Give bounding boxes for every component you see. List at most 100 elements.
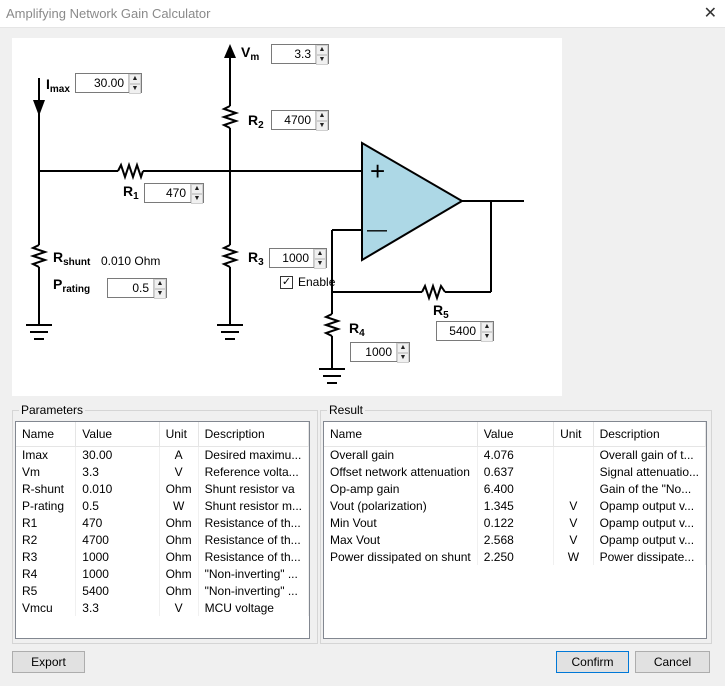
prating-value[interactable]: 0.5 — [108, 279, 153, 297]
table-cell[interactable]: Overall gain — [324, 446, 478, 463]
table-cell[interactable]: Resistance of th... — [198, 531, 309, 548]
table-row[interactable]: Min Vout 0.122 V Opamp output v... — [324, 514, 706, 531]
table-row[interactable]: Max Vout 2.568 V Opamp output v... — [324, 531, 706, 548]
table-cell[interactable]: V — [553, 531, 594, 548]
table-cell[interactable]: V — [553, 514, 594, 531]
table-cell[interactable]: Vmcu — [16, 599, 77, 616]
up-arrow-icon[interactable]: ▲ — [316, 111, 328, 121]
confirm-button[interactable]: Confirm — [556, 651, 629, 673]
table-cell[interactable]: "Non-inverting" ... — [198, 565, 309, 582]
column-header[interactable]: Value — [75, 422, 160, 447]
table-row[interactable]: Power dissipated on shunt 2.250 W Power dis… — [324, 548, 706, 565]
table-cell[interactable]: Shunt resistor m... — [198, 497, 309, 514]
table-cell[interactable]: Signal attenuatio... — [593, 463, 706, 480]
table-cell[interactable]: Opamp output v... — [593, 497, 706, 514]
column-header[interactable]: Description — [198, 422, 309, 447]
down-arrow-icon[interactable]: ▼ — [316, 55, 328, 65]
r4-value[interactable]: 1000 — [351, 343, 396, 361]
table-cell[interactable]: 1.345 — [477, 497, 555, 514]
table-cell[interactable]: 4.076 — [477, 446, 555, 463]
table-cell[interactable]: Power dissipated on shunt — [324, 548, 478, 565]
table-row[interactable]: R2 4700 Ohm Resistance of th... — [16, 531, 309, 548]
down-arrow-icon[interactable]: ▼ — [154, 289, 166, 299]
table-cell[interactable] — [553, 446, 594, 463]
table-cell[interactable]: 2.568 — [477, 531, 555, 548]
table-row[interactable]: Overall gain 4.076 Overall gain of t... — [324, 446, 706, 463]
r4-spinner[interactable]: 1000 ▲ ▼ — [350, 342, 410, 363]
down-arrow-icon[interactable]: ▼ — [314, 259, 326, 269]
table-cell[interactable]: 1000 — [75, 565, 160, 582]
r3-value[interactable]: 1000 — [270, 249, 313, 267]
up-arrow-icon[interactable]: ▲ — [481, 322, 493, 332]
table-cell[interactable]: MCU voltage — [198, 599, 309, 616]
table-cell[interactable]: Resistance of th... — [198, 548, 309, 565]
table-cell[interactable]: Opamp output v... — [593, 514, 706, 531]
table-row[interactable]: R3 1000 Ohm Resistance of th... — [16, 548, 309, 565]
column-header[interactable]: Unit — [553, 422, 594, 447]
table-cell[interactable]: Overall gain of t... — [593, 446, 706, 463]
table-cell[interactable]: R2 — [16, 531, 77, 548]
r5-value[interactable]: 5400 — [437, 322, 480, 340]
table-cell[interactable]: 2.250 — [477, 548, 555, 565]
enable-checkbox[interactable]: ✓ Enable — [280, 275, 335, 289]
table-row[interactable]: Vmcu 3.3 V MCU voltage — [16, 599, 309, 616]
column-header[interactable]: Name — [16, 422, 77, 447]
table-cell[interactable]: 0.010 — [75, 480, 160, 497]
table-cell[interactable]: Vout (polarization) — [324, 497, 478, 514]
table-row[interactable]: Vm 3.3 V Reference volta... — [16, 463, 309, 480]
table-cell[interactable]: Resistance of th... — [198, 514, 309, 531]
table-cell[interactable]: Desired maximu... — [198, 446, 309, 463]
down-arrow-icon[interactable]: ▼ — [481, 332, 493, 342]
table-cell[interactable]: 5400 — [75, 582, 160, 599]
table-cell[interactable]: Imax — [16, 446, 77, 463]
vm-spinner[interactable]: 3.3 ▲ ▼ — [271, 44, 329, 65]
up-arrow-icon[interactable]: ▲ — [397, 343, 409, 353]
table-cell[interactable]: Op-amp gain — [324, 480, 478, 497]
table-cell[interactable]: Reference volta... — [198, 463, 309, 480]
table-cell[interactable]: Power dissipate... — [593, 548, 706, 565]
table-cell[interactable]: Shunt resistor va — [198, 480, 309, 497]
table-cell[interactable]: 4700 — [75, 531, 160, 548]
table-cell[interactable] — [553, 463, 594, 480]
table-row[interactable]: Offset network attenuation 0.637 Signal at… — [324, 463, 706, 480]
table-cell[interactable]: R3 — [16, 548, 77, 565]
table-cell[interactable]: V — [159, 599, 199, 616]
table-cell[interactable]: Min Vout — [324, 514, 478, 531]
table-row[interactable]: R4 1000 Ohm "Non-inverting" ... — [16, 565, 309, 582]
up-arrow-icon[interactable]: ▲ — [314, 249, 326, 259]
r2-spinner[interactable]: 4700 ▲ ▼ — [271, 110, 329, 131]
r3-spinner[interactable]: 1000 ▲ ▼ — [269, 248, 327, 269]
up-arrow-icon[interactable]: ▲ — [154, 279, 166, 289]
vm-value[interactable]: 3.3 — [272, 45, 315, 63]
table-cell[interactable]: Gain of the "No... — [593, 480, 706, 497]
up-arrow-icon[interactable]: ▲ — [129, 74, 141, 84]
table-cell[interactable]: 0.122 — [477, 514, 555, 531]
table-cell[interactable]: Ohm — [159, 480, 199, 497]
export-button[interactable]: Export — [12, 651, 85, 673]
imax-value[interactable]: 30.00 — [76, 74, 128, 92]
table-cell[interactable]: Max Vout — [324, 531, 478, 548]
table-row[interactable]: Op-amp gain 6.400 Gain of the "No... — [324, 480, 706, 497]
table-cell[interactable]: R1 — [16, 514, 77, 531]
table-cell[interactable]: 0.637 — [477, 463, 555, 480]
table-cell[interactable]: W — [553, 548, 594, 565]
imax-spinner[interactable]: 30.00 ▲ ▼ — [75, 73, 142, 94]
table-cell[interactable]: P-rating — [16, 497, 77, 514]
table-cell[interactable]: Ohm — [159, 565, 199, 582]
column-header[interactable]: Value — [477, 422, 555, 447]
up-arrow-icon[interactable]: ▲ — [316, 45, 328, 55]
down-arrow-icon[interactable]: ▼ — [397, 353, 409, 363]
column-header[interactable]: Name — [324, 422, 478, 447]
table-cell[interactable]: 1000 — [75, 548, 160, 565]
table-cell[interactable]: W — [159, 497, 199, 514]
table-cell[interactable]: A — [159, 446, 199, 463]
r1-value[interactable]: 470 — [145, 184, 190, 202]
table-cell[interactable]: 30.00 — [75, 446, 160, 463]
check-icon[interactable]: ✓ — [280, 275, 293, 289]
close-icon[interactable]: ✕ — [704, 3, 717, 23]
table-cell[interactable]: V — [159, 463, 199, 480]
table-cell[interactable]: R5 — [16, 582, 77, 599]
column-header[interactable]: Unit — [159, 422, 199, 447]
table-row[interactable]: Vout (polarization) 1.345 V Opamp output v.… — [324, 497, 706, 514]
table-cell[interactable]: 3.3 — [75, 463, 160, 480]
